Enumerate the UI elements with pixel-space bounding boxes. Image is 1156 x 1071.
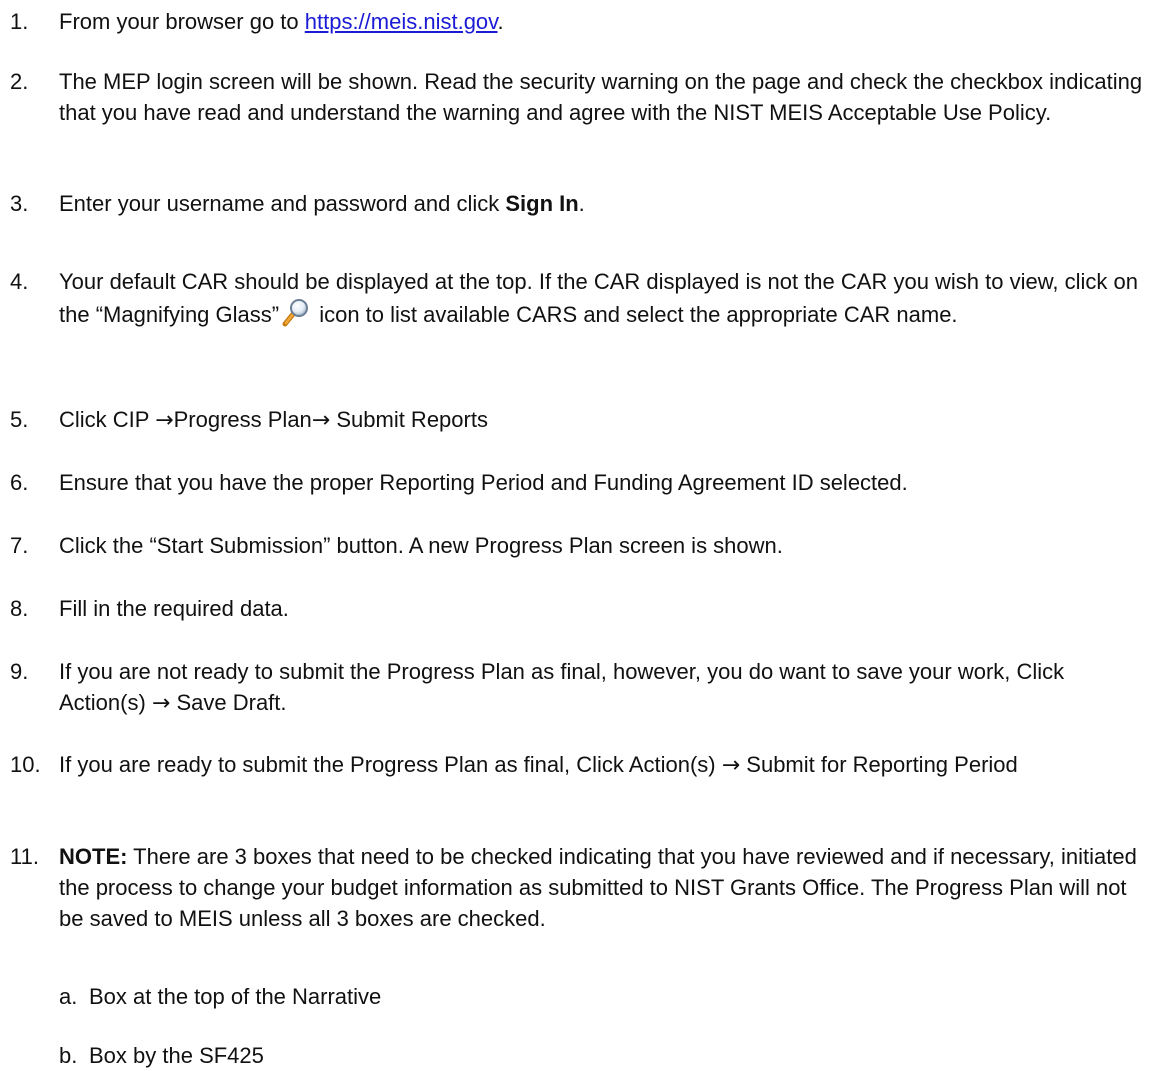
arrow-icon: →	[151, 691, 171, 716]
sign-in-label: Sign In	[505, 191, 579, 216]
step-text: Click the “Start Submission” button. A n…	[59, 533, 783, 558]
step-number: 6.	[10, 470, 29, 495]
note-label: NOTE:	[59, 844, 128, 869]
step-number: 1.	[10, 9, 29, 34]
step-1: 1. From your browser go to https://meis.…	[10, 6, 1150, 37]
step-text: Click CIP →Progress Plan→ Submit Reports	[59, 407, 488, 433]
step-9: 9. If you are not ready to submit the Pr…	[10, 656, 1150, 719]
step-text: If you are ready to submit the Progress …	[59, 752, 1018, 778]
step-text: From your browser go to https://meis.nis…	[59, 9, 504, 34]
arrow-icon: →	[721, 753, 741, 778]
step-2: 2. The MEP login screen will be shown. R…	[10, 66, 1150, 128]
step-4: 4. Your default CAR should be displayed …	[10, 266, 1150, 330]
step-text: Your default CAR should be displayed at …	[59, 269, 1138, 327]
magnifying-glass-icon	[281, 297, 311, 327]
step-number: 7.	[10, 533, 29, 558]
step-6: 6. Ensure that you have the proper Repor…	[10, 467, 1150, 498]
step-text: Fill in the required data.	[59, 596, 289, 621]
step-text: Enter your username and password and cli…	[59, 191, 585, 216]
step-10: 10. If you are ready to submit the Progr…	[10, 749, 1150, 781]
step-number: 2.	[10, 69, 29, 94]
step-text: The MEP login screen will be shown. Read…	[59, 69, 1143, 125]
substep-letter: b.	[59, 1043, 78, 1068]
step-3: 3. Enter your username and password and …	[10, 188, 1150, 219]
meis-link[interactable]: https://meis.nist.gov	[305, 9, 498, 34]
step-text: NOTE: There are 3 boxes that need to be …	[59, 844, 1137, 931]
step-number: 3.	[10, 191, 29, 216]
step-number: 5.	[10, 407, 29, 432]
step-text: If you are not ready to submit the Progr…	[59, 659, 1065, 716]
step-11: 11. NOTE: There are 3 boxes that need to…	[10, 841, 1150, 934]
substep-text: Box by the SF425	[89, 1043, 264, 1068]
step-7: 7. Click the “Start Submission” button. …	[10, 530, 1150, 561]
step-5: 5. Click CIP →Progress Plan→ Submit Repo…	[10, 404, 1150, 436]
arrow-icon: →	[155, 408, 174, 433]
substep-text: Box at the top of the Narrative	[89, 984, 382, 1009]
substep-b: b. Box by the SF425	[59, 1040, 264, 1071]
step-number: 10.	[10, 752, 41, 777]
instructions-document: 1. From your browser go to https://meis.…	[0, 0, 1156, 1068]
step-number: 4.	[10, 269, 29, 294]
arrow-icon: →	[311, 408, 331, 433]
step-number: 8.	[10, 596, 29, 621]
step-number: 9.	[10, 659, 29, 684]
step-text: Ensure that you have the proper Reportin…	[59, 470, 908, 495]
substep-letter: a.	[59, 984, 78, 1009]
substep-a: a. Box at the top of the Narrative	[59, 981, 381, 1012]
step-number: 11.	[10, 844, 39, 869]
step-8: 8. Fill in the required data.	[10, 593, 1150, 624]
